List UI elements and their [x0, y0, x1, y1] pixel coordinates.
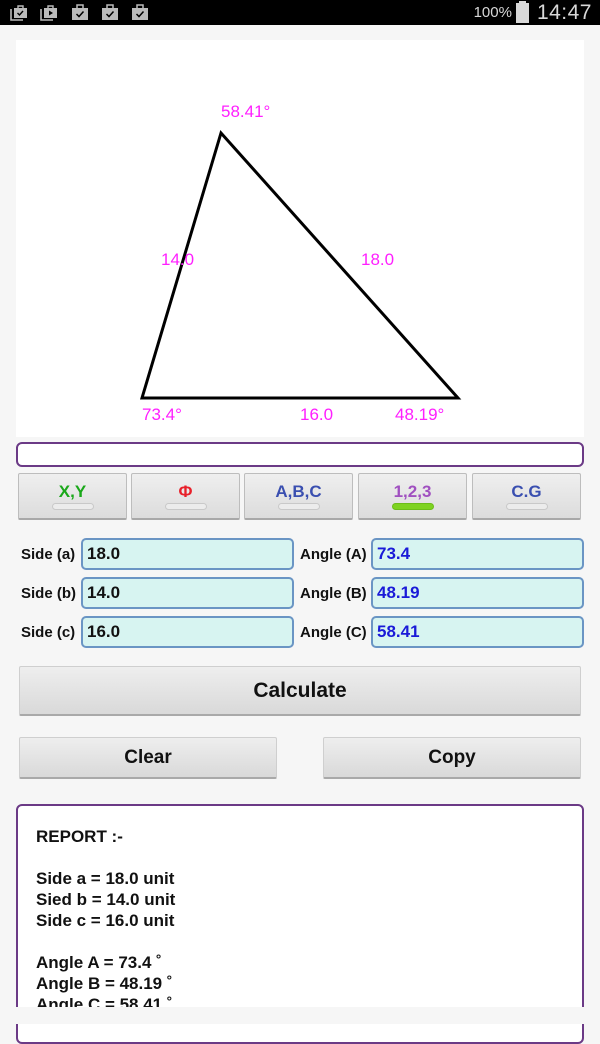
- tab-xy-label: X,Y: [58, 482, 87, 501]
- tab-phi[interactable]: Φ: [131, 473, 240, 520]
- side-a-label: Side (a): [21, 546, 76, 563]
- report-angle-b: Angle B = 48.19 ˚: [36, 974, 173, 993]
- angle-c-input[interactable]: 58.41: [371, 616, 584, 648]
- angle-b-label: Angle (B): [300, 585, 367, 602]
- tab-123-label: 1,2,3: [393, 482, 432, 501]
- shopping-bag-check-icon: [132, 4, 148, 20]
- angle-label-a: 73.4°: [142, 405, 182, 424]
- side-b-label: Side (b): [21, 585, 76, 602]
- report-title: REPORT :-: [36, 827, 123, 846]
- angle-a-input[interactable]: 73.4: [371, 538, 584, 570]
- clock: 14:47: [536, 0, 592, 24]
- angle-b-input[interactable]: 48.19: [371, 577, 584, 609]
- tab-phi-label: Φ: [178, 482, 193, 501]
- copy-button[interactable]: Copy: [323, 737, 581, 779]
- bottom-edge: [0, 1007, 600, 1024]
- triangle-diagram: 58.41° 14.0 18.0 73.4° 16.0 48.19°: [139, 102, 462, 424]
- tab-cg-label: C.G: [511, 482, 542, 501]
- tab-cg[interactable]: C.G: [472, 473, 581, 520]
- report-angle-a: Angle A = 73.4 ˚: [36, 953, 162, 972]
- angle-label-b: 48.19°: [395, 405, 444, 424]
- triangle-calculator-app: 58.41° 14.0 18.0 73.4° 16.0 48.19° X,Y Φ…: [0, 25, 600, 1044]
- tab-123[interactable]: 1,2,3: [358, 473, 467, 520]
- shopping-bag-check-icon: [102, 4, 118, 20]
- angle-a-label: Angle (A): [300, 546, 367, 563]
- status-bar: 100% 14:47: [0, 0, 600, 25]
- side-c-label: Side (c): [21, 624, 76, 641]
- clear-button[interactable]: Clear: [19, 737, 277, 779]
- battery-percent: 100%: [473, 4, 512, 21]
- shopping-bag-play-stack-icon: [40, 5, 57, 21]
- shopping-bag-check-stack-icon: [10, 5, 27, 21]
- tab-abc[interactable]: A,B,C: [244, 473, 353, 520]
- triangle-canvas: 58.41° 14.0 18.0 73.4° 16.0 48.19°: [16, 40, 584, 437]
- side-label-c: 16.0: [300, 405, 333, 424]
- report-side-b: Sied b = 14.0 unit: [36, 890, 176, 909]
- shopping-bag-check-icon: [72, 4, 88, 20]
- angle-c-label: Angle (C): [300, 624, 367, 641]
- side-label-a: 18.0: [361, 250, 394, 269]
- report-side-c: Side c = 16.0 unit: [36, 911, 175, 930]
- side-b-input[interactable]: 14.0: [81, 577, 294, 609]
- tab-123-indicator-active: [391, 503, 434, 510]
- tab-cg-indicator: [505, 503, 548, 510]
- tab-abc-label: A,B,C: [275, 482, 322, 501]
- tab-xy[interactable]: X,Y: [18, 473, 127, 520]
- battery-full-icon: [515, 0, 529, 23]
- tab-phi-indicator: [164, 503, 207, 510]
- info-text-field[interactable]: [16, 442, 584, 467]
- side-label-b: 14.0: [161, 250, 194, 269]
- side-c-input[interactable]: 16.0: [81, 616, 294, 648]
- angle-label-c: 58.41°: [221, 102, 270, 121]
- report-side-a: Side a = 18.0 unit: [36, 869, 175, 888]
- tab-xy-indicator: [51, 503, 94, 510]
- side-a-input[interactable]: 18.0: [81, 538, 294, 570]
- calculate-button[interactable]: Calculate: [19, 666, 581, 716]
- tab-abc-indicator: [277, 503, 320, 510]
